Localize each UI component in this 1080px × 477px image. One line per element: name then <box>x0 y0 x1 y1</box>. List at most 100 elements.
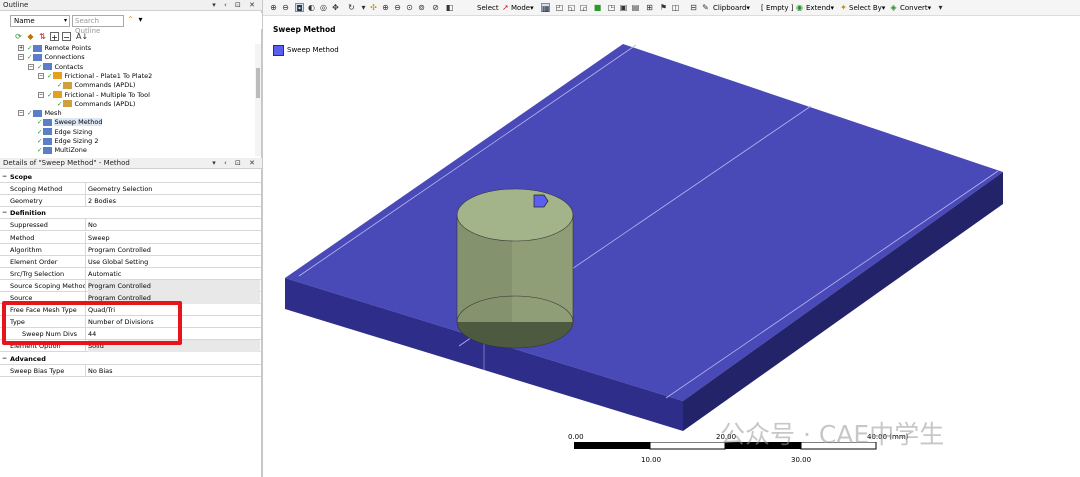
details-row[interactable]: Src/Trg Selection Automatic <box>0 267 261 280</box>
rotate-icon[interactable]: ↻ <box>347 3 356 12</box>
outline-window-controls[interactable]: ▾ ‹ ⊡ ✕ <box>212 0 258 11</box>
details-window-controls[interactable]: ▾ ‹ ⊡ ✕ <box>212 158 258 169</box>
pan-icon[interactable]: ✥ <box>331 3 340 12</box>
graphics-viewport[interactable]: Sweep Method Sweep Method 0.00 20.00 40.… <box>263 16 1080 477</box>
tree-item[interactable]: − ✓ Contacts <box>28 63 83 72</box>
convert-icon[interactable]: ◈ <box>889 3 898 12</box>
property-value[interactable]: Sweep <box>88 232 260 244</box>
select-mesh-icon[interactable]: ⊞ <box>645 3 654 12</box>
zoom-to-fit-icon[interactable]: ⊚ <box>417 3 426 12</box>
tree-scrollbar[interactable] <box>255 44 261 156</box>
convert-dropdown[interactable]: Convert▾ <box>900 0 931 16</box>
expander-icon[interactable]: − <box>38 91 44 98</box>
ruler-icon[interactable]: ⊟ <box>689 3 698 12</box>
tree-item[interactable]: + ✓ Remote Points <box>18 44 91 53</box>
cursor-icon[interactable]: ➚ <box>501 3 510 12</box>
zoom-in-icon[interactable]: ⊕ <box>381 3 390 12</box>
property-value[interactable]: Program Controlled <box>88 244 260 256</box>
toolbar-overflow-icon[interactable]: ▾ <box>936 3 945 12</box>
property-value[interactable]: 2 Bodies <box>88 195 260 207</box>
zoom-fit-icon[interactable]: ⊕ <box>269 3 278 12</box>
body-view-icon[interactable]: ◐ <box>307 3 316 12</box>
pan-arrows-icon[interactable]: ✣ <box>369 3 378 12</box>
camera-icon[interactable]: ◧ <box>445 3 454 12</box>
tree-item[interactable]: ✓ Edge Sizing <box>28 128 92 137</box>
tree-item[interactable]: − ✓ Connections <box>18 53 85 62</box>
refresh-icon[interactable]: ⟳ <box>14 32 23 41</box>
select-edge-icon[interactable]: ◱ <box>567 3 576 12</box>
select-element-face-icon[interactable]: ▤ <box>631 3 640 12</box>
tree-item[interactable]: ✓ Edge Sizing 2 <box>28 137 98 146</box>
details-row[interactable]: Sweep Bias Type No Bias <box>0 364 261 377</box>
dropdown-arrow-icon[interactable]: ▾ <box>136 15 145 24</box>
details-category[interactable]: − Scope <box>0 171 261 183</box>
details-row[interactable]: Method Sweep <box>0 231 261 244</box>
tree-item[interactable]: − ✓ Frictional - Multiple To Tool <box>38 91 150 100</box>
cube-view-icon[interactable]: ◘ <box>295 3 304 13</box>
details-category[interactable]: − Advanced <box>0 353 261 365</box>
select-node-icon[interactable]: ◳ <box>607 3 616 12</box>
expander-icon[interactable]: + <box>18 45 24 51</box>
details-row[interactable]: Geometry 2 Bodies <box>0 195 261 208</box>
expander-icon[interactable]: − <box>38 72 44 79</box>
tree-item[interactable]: ✓ Commands (APDL) <box>48 100 135 109</box>
select-by-dropdown[interactable]: Select By▾ <box>849 0 885 16</box>
scrollbar-thumb[interactable] <box>256 68 260 98</box>
tree-item[interactable]: − ✓ Mesh <box>18 109 62 118</box>
tree-item[interactable]: ✓ Sweep Method <box>28 118 103 127</box>
sort-alpha-icon[interactable]: A↓ <box>76 32 88 41</box>
property-value[interactable]: Use Global Setting <box>88 256 260 268</box>
mode-dropdown[interactable]: Mode▾ <box>511 0 534 16</box>
property-value[interactable]: Geometry Selection <box>88 183 260 195</box>
details-row[interactable]: Scoping Method Geometry Selection <box>0 183 261 196</box>
select-vertex-icon[interactable]: ◰ <box>555 3 564 12</box>
tree-item[interactable]: − ✓ Frictional - Plate1 To Plate2 <box>38 72 152 81</box>
property-value[interactable]: Automatic <box>88 268 260 280</box>
details-row[interactable]: Algorithm Program Controlled <box>0 243 261 256</box>
tree-node-icon <box>63 100 73 108</box>
sort-icon[interactable]: ⇅ <box>38 32 47 41</box>
details-row[interactable]: Source Scoping Method Program Controlled <box>0 279 261 292</box>
wireframe-icon[interactable]: ◎ <box>319 3 328 12</box>
collapse-icon[interactable]: − <box>2 355 7 362</box>
chevron-down-icon[interactable]: ▾ <box>359 3 368 12</box>
extend-dropdown[interactable]: Extend▾ <box>806 0 834 16</box>
details-category[interactable]: − Definition <box>0 207 261 220</box>
model-canvas[interactable] <box>263 16 1080 477</box>
zoom-box-icon[interactable]: ⊖ <box>281 3 290 12</box>
hide-icon[interactable]: ◫ <box>671 3 680 12</box>
zoom-region-icon[interactable]: ⊙ <box>405 3 414 12</box>
tree-item[interactable]: ✓ MultiZone <box>28 146 87 155</box>
details-row[interactable]: Suppressed No <box>0 219 261 232</box>
select-face-icon[interactable]: ◲ <box>579 3 588 12</box>
tag-icon[interactable]: ◆ <box>26 32 35 41</box>
check-icon: ✓ <box>57 81 63 90</box>
property-value[interactable]: No <box>88 219 260 231</box>
property-value[interactable]: Program Controlled <box>88 279 260 292</box>
collapse-all-icon[interactable]: − <box>62 32 71 42</box>
magnifier-icon[interactable]: ⊘ <box>431 3 440 12</box>
select-label[interactable]: Select <box>477 0 499 16</box>
details-row[interactable]: Element Order Use Global Setting <box>0 255 261 268</box>
zoom-out-icon[interactable]: ⊖ <box>393 3 402 12</box>
select-body-icon[interactable]: ■ <box>593 3 602 12</box>
select-element-icon[interactable]: ▣ <box>619 3 628 12</box>
collapse-icon[interactable]: − <box>2 174 7 180</box>
extend-icon[interactable]: ◉ <box>795 3 804 12</box>
expander-icon[interactable]: − <box>18 54 24 61</box>
property-value[interactable]: No Bias <box>88 365 260 377</box>
expander-icon[interactable]: − <box>28 63 34 70</box>
expand-all-icon[interactable]: + <box>50 32 59 42</box>
search-outline-input[interactable]: Search Outline <box>72 15 124 35</box>
edit-icon[interactable]: ✎ <box>701 3 710 12</box>
tree-item-label: Edge Sizing <box>54 127 93 136</box>
select-point-icon[interactable]: ▦ <box>541 3 550 13</box>
collapse-icon[interactable]: − <box>2 210 7 216</box>
chevron-up-icon[interactable]: ⌃ <box>126 15 135 24</box>
flag-icon[interactable]: ⚑ <box>659 3 668 12</box>
clipboard-dropdown[interactable]: Clipboard▾ <box>713 0 750 16</box>
select-by-icon[interactable]: ✦ <box>839 3 848 12</box>
name-filter-select[interactable]: Name ▾ <box>10 15 70 27</box>
expander-icon[interactable]: − <box>18 110 24 117</box>
tree-item[interactable]: ✓ Commands (APDL) <box>48 81 135 90</box>
